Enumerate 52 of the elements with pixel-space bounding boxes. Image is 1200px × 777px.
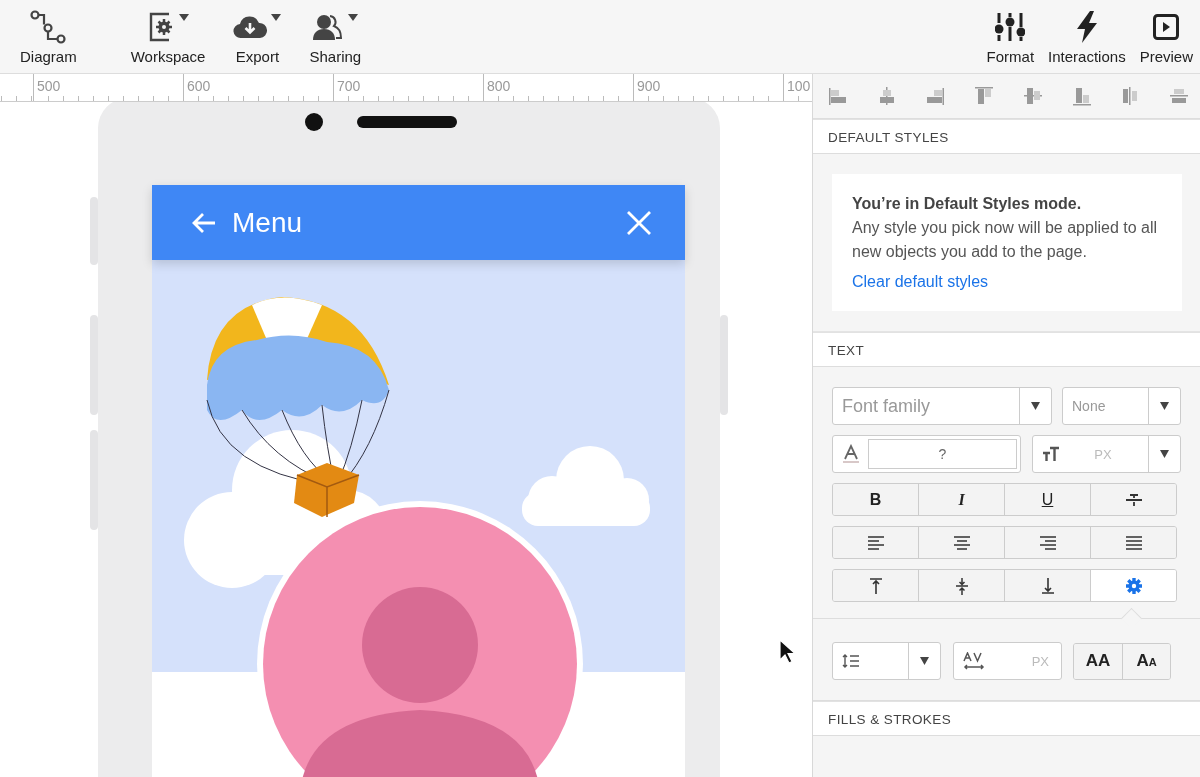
align-tool-icon[interactable] bbox=[1021, 85, 1044, 107]
caret-icon bbox=[1031, 402, 1040, 410]
letter-spacing-icon bbox=[963, 652, 985, 670]
people-icon bbox=[312, 12, 345, 42]
align-middle-icon bbox=[954, 576, 969, 595]
line-height-select[interactable] bbox=[832, 642, 941, 680]
lightning-icon bbox=[1075, 11, 1098, 43]
text-align-button[interactable] bbox=[1090, 527, 1176, 558]
caret-icon bbox=[1160, 450, 1169, 458]
diagram-icon bbox=[30, 10, 67, 44]
align-tool-icon[interactable] bbox=[827, 85, 849, 107]
cloud-download-icon bbox=[233, 14, 268, 40]
line-height-icon bbox=[842, 654, 860, 668]
align-tool-icon[interactable] bbox=[1070, 85, 1093, 107]
toolbar-button[interactable]: Format bbox=[986, 0, 1035, 73]
vertical-align-button[interactable] bbox=[1090, 570, 1176, 601]
phone-camera bbox=[305, 113, 323, 131]
text-color-field[interactable]: ? bbox=[832, 435, 1021, 473]
toolbar-button[interactable]: Workspace bbox=[130, 0, 206, 73]
back-arrow-icon[interactable] bbox=[190, 210, 218, 235]
mouse-pointer-icon bbox=[779, 639, 797, 665]
section-header: FILLS & STROKES bbox=[813, 701, 1200, 736]
clear-styles-link[interactable]: Clear default styles bbox=[852, 273, 989, 291]
play-icon bbox=[1153, 14, 1180, 40]
align-bottom-icon bbox=[1040, 577, 1055, 594]
info-title: You’re in Default Styles mode. bbox=[852, 194, 1083, 214]
toolbar-button[interactable]: Preview bbox=[1139, 0, 1193, 73]
info-text: Any style you pick now will be applied to all new objects you add to the page. bbox=[852, 218, 1159, 262]
text-size-icon bbox=[1042, 446, 1060, 462]
align-right-icon bbox=[1039, 535, 1056, 550]
section-header: TEXT bbox=[813, 332, 1200, 367]
align-tool-icon[interactable] bbox=[924, 85, 947, 107]
text-color-icon bbox=[842, 444, 860, 464]
caret-icon bbox=[920, 657, 929, 665]
settings-icon bbox=[1124, 576, 1143, 595]
app-header-title: Menu bbox=[232, 206, 304, 239]
caret-icon bbox=[1160, 402, 1169, 410]
align-left-icon bbox=[867, 535, 884, 550]
align-tool-icon[interactable] bbox=[973, 85, 996, 107]
toolbar-button[interactable]: Diagram bbox=[20, 0, 77, 73]
toolbar-button[interactable]: Export bbox=[233, 0, 282, 73]
align-center-icon bbox=[953, 535, 970, 550]
align-justify-icon bbox=[1125, 535, 1142, 550]
toolbar-button[interactable]: Sharing bbox=[309, 0, 362, 73]
text-style-button[interactable] bbox=[1090, 484, 1176, 515]
toolbar-button[interactable]: Interactions bbox=[1048, 0, 1126, 73]
strikethrough-icon bbox=[1124, 491, 1143, 508]
section-header: DEFAULT STYLES bbox=[813, 119, 1200, 154]
sliders-icon bbox=[995, 11, 1026, 43]
text-case-button[interactable]: AA bbox=[1122, 643, 1170, 679]
close-icon[interactable] bbox=[626, 209, 652, 236]
align-top-icon bbox=[868, 577, 883, 594]
